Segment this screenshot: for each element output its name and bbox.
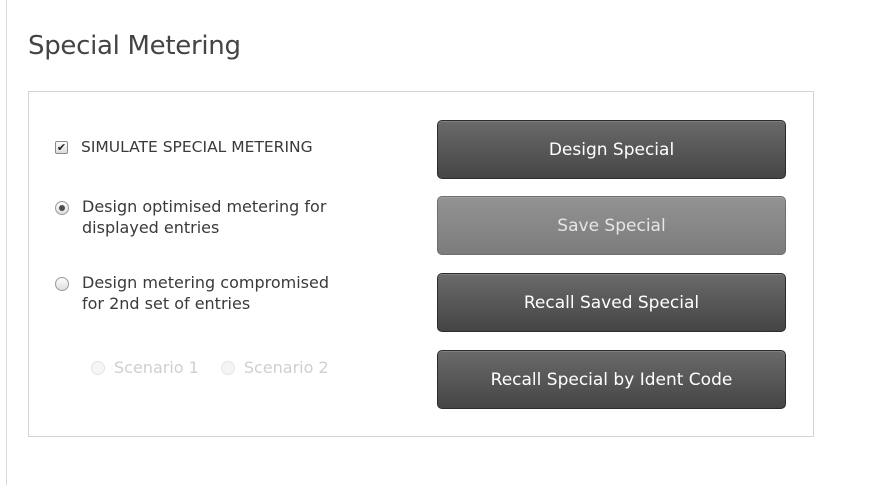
optimised-radio[interactable] xyxy=(55,201,69,215)
recall-saved-special-button[interactable]: Recall Saved Special xyxy=(437,273,786,332)
scenario-1-radio xyxy=(91,360,105,375)
scenario-1-option: Scenario 1 xyxy=(91,358,199,377)
page-title: Special Metering xyxy=(28,31,241,61)
recall-special-by-ident-code-button[interactable]: Recall Special by Ident Code xyxy=(437,350,786,409)
compromised-radio[interactable] xyxy=(55,277,69,291)
radio-selected-dot xyxy=(59,205,65,211)
simulate-checkbox[interactable]: ✔ xyxy=(55,141,68,154)
compromised-label-line2: for 2nd set of entries xyxy=(82,294,251,313)
save-special-button: Save Special xyxy=(437,196,786,255)
compromised-label-line1: Design metering compromised xyxy=(82,273,329,292)
optimised-label-line2: displayed entries xyxy=(82,218,220,237)
scenario-2-radio xyxy=(220,360,235,375)
compromised-metering-option[interactable]: Design metering compromised for 2nd set … xyxy=(55,272,329,314)
design-special-button[interactable]: Design Special xyxy=(437,120,786,179)
scenario-2-label: Scenario 2 xyxy=(243,358,329,377)
optimised-label-line1: Design optimised metering for xyxy=(82,197,327,216)
simulate-special-metering-option[interactable]: ✔ SIMULATE SPECIAL METERING xyxy=(55,137,313,158)
scenario-2-option: Scenario 2 xyxy=(220,358,329,377)
special-metering-panel: ✔ SIMULATE SPECIAL METERING Design optim… xyxy=(28,91,814,437)
scenario-group: Scenario 1 Scenario 2 xyxy=(91,358,351,377)
left-divider xyxy=(6,0,7,485)
scenario-1-label: Scenario 1 xyxy=(114,358,199,377)
simulate-label: SIMULATE SPECIAL METERING xyxy=(81,138,313,156)
optimised-label: Design optimised metering for displayed … xyxy=(82,196,326,238)
optimised-metering-option[interactable]: Design optimised metering for displayed … xyxy=(55,196,326,238)
compromised-label: Design metering compromised for 2nd set … xyxy=(82,272,329,314)
